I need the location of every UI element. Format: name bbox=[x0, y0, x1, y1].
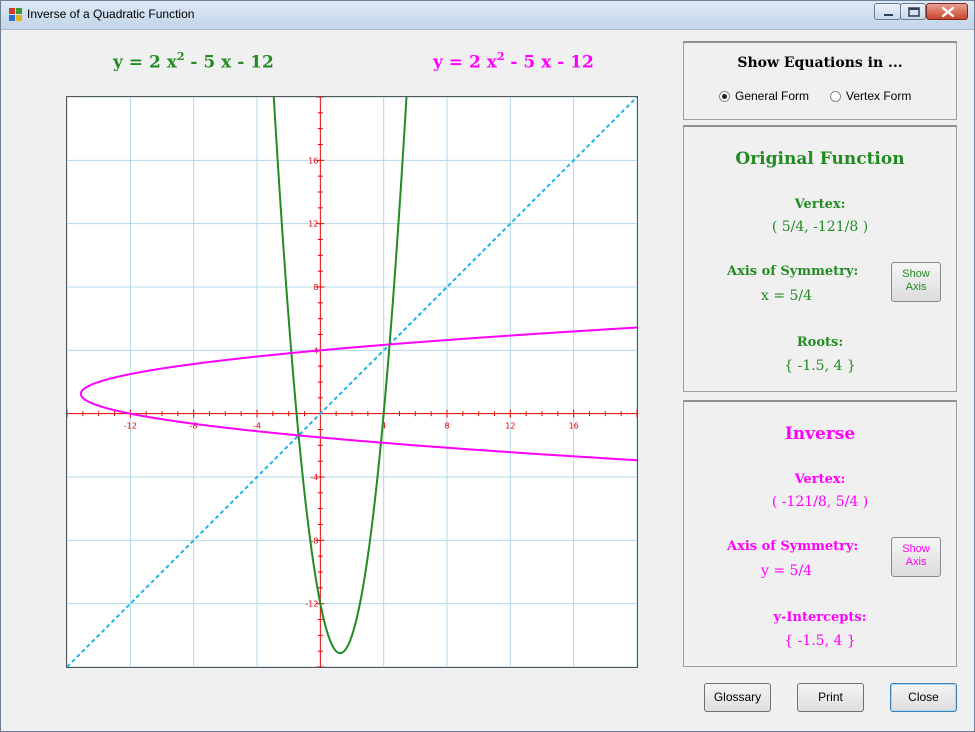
inverse-axis-value: y = 5/4 bbox=[761, 563, 813, 579]
maximize-icon bbox=[908, 7, 920, 17]
graph-area[interactable]: -12 -8 -4 4 8 12 16 16 12 8 4 -4 -8 -12 bbox=[66, 70, 664, 668]
show-original-axis-button[interactable]: Show Axis bbox=[891, 262, 941, 302]
client-area: y = 2 x2 - 5 x - 12 y = 2 x2 - 5 x - 12 … bbox=[9, 31, 968, 725]
y-tick-label: 12 bbox=[308, 220, 318, 229]
maximize-button[interactable] bbox=[900, 3, 926, 20]
x-tick-label: -4 bbox=[253, 422, 261, 431]
display-options-panel: Show Equations in ... General Form Verte… bbox=[683, 41, 957, 120]
roots-label: Roots: bbox=[796, 335, 844, 350]
glossary-button[interactable]: Glossary bbox=[704, 683, 771, 712]
app-window: Inverse of a Quadratic Function y = 2 x2… bbox=[0, 0, 975, 732]
show-inverse-axis-button[interactable]: Show Axis bbox=[891, 537, 941, 577]
original-vertex-label: Vertex: bbox=[794, 197, 846, 212]
window-title: Inverse of a Quadratic Function bbox=[27, 7, 195, 21]
inverse-equation: y = 2 x2 - 5 x - 12 bbox=[433, 50, 594, 73]
identity-line bbox=[66, 96, 638, 668]
inverse-vertex-value: ( -121/8, 5/4 ) bbox=[771, 494, 869, 510]
inverse-vertex-label: Vertex: bbox=[794, 472, 846, 487]
app-icon bbox=[9, 8, 22, 21]
original-vertex-value: ( 5/4, -121/8 ) bbox=[771, 219, 869, 235]
show-inverse-axis-button-line2: Axis bbox=[905, 556, 927, 568]
original-equation-exponent: 2 bbox=[176, 50, 185, 63]
close-button[interactable]: Close bbox=[890, 683, 957, 712]
x-tick-label: 8 bbox=[444, 422, 449, 431]
minimize-icon bbox=[884, 14, 893, 16]
show-inverse-axis-button-line1: Show bbox=[902, 543, 930, 555]
x-tick-label: 16 bbox=[569, 422, 579, 431]
y-tick-label: 8 bbox=[313, 283, 318, 292]
y-tick-label: -12 bbox=[305, 600, 318, 609]
inverse-parabola-curve bbox=[79, 324, 664, 463]
general-form-radio-dot[interactable] bbox=[719, 90, 730, 102]
display-options-title: Show Equations in ... bbox=[737, 55, 903, 71]
original-function-panel: Original Function Vertex: ( 5/4, -121/8 … bbox=[683, 125, 957, 392]
y-tick-label: 16 bbox=[308, 156, 318, 165]
title-bar[interactable]: Inverse of a Quadratic Function bbox=[1, 1, 974, 30]
general-form-label: General Form bbox=[735, 89, 810, 103]
original-parabola-curve bbox=[271, 70, 410, 655]
y-tick-label: -4 bbox=[310, 473, 318, 482]
inverse-equation-prefix: y = 2 x bbox=[433, 52, 497, 73]
original-axis-value: x = 5/4 bbox=[761, 288, 813, 304]
general-form-radio[interactable]: General Form bbox=[719, 89, 809, 103]
print-button[interactable]: Print bbox=[797, 683, 864, 712]
inverse-panel: Inverse Vertex: ( -121/8, 5/4 ) Axis of … bbox=[683, 400, 957, 667]
close-icon bbox=[941, 6, 955, 18]
original-axis-label: Axis of Symmetry: bbox=[727, 264, 859, 279]
inverse-panel-title: Inverse bbox=[784, 424, 856, 444]
inverse-equation-suffix: - 5 x - 12 bbox=[504, 52, 594, 73]
show-original-axis-button-line2: Axis bbox=[905, 281, 927, 293]
original-panel-title: Original Function bbox=[735, 149, 905, 169]
close-window-button[interactable] bbox=[926, 3, 968, 20]
original-equation-suffix: - 5 x - 12 bbox=[184, 52, 274, 73]
y-intercepts-value: { -1.5, 4 } bbox=[784, 633, 856, 649]
vertex-form-radio-dot[interactable] bbox=[830, 90, 841, 102]
y-intercepts-label: y-Intercepts: bbox=[773, 610, 867, 625]
x-tick-label: 12 bbox=[505, 422, 515, 431]
minimize-button[interactable] bbox=[874, 3, 901, 20]
inverse-equation-exponent: 2 bbox=[496, 50, 505, 63]
graph-svg: -12 -8 -4 4 8 12 16161284-4-8-12 bbox=[66, 70, 664, 668]
roots-value: { -1.5, 4 } bbox=[784, 358, 856, 374]
inverse-axis-label: Axis of Symmetry: bbox=[727, 539, 859, 554]
show-original-axis-button-line1: Show bbox=[902, 268, 930, 280]
x-tick-label: -12 bbox=[124, 422, 137, 431]
original-equation-prefix: y = 2 x bbox=[113, 52, 177, 73]
original-equation: y = 2 x2 - 5 x - 12 bbox=[113, 50, 274, 73]
vertex-form-label: Vertex Form bbox=[846, 89, 912, 103]
vertex-form-radio[interactable]: Vertex Form bbox=[830, 89, 911, 103]
